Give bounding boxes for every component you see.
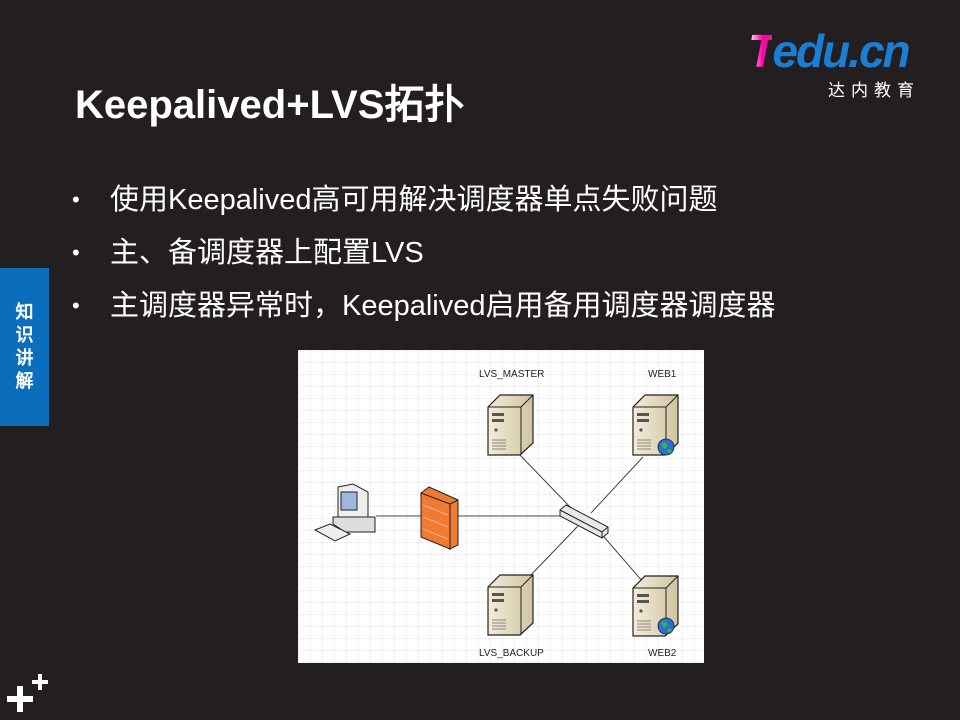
bullet-item: • 使用Keepalived高可用解决调度器单点失败问题 [72, 180, 776, 233]
bullet-item: • 主调度器异常时，Keepalived启用备用调度器调度器 [72, 286, 776, 339]
bullet-text: 主调度器异常时，Keepalived启用备用调度器调度器 [110, 290, 776, 322]
topology-diagram: LVS_MASTER WEB1 LVS_BACKUP WEB2 [298, 350, 704, 663]
plus-decoration-icon [7, 674, 48, 712]
side-char: 知 [15, 302, 34, 322]
web1-globe-icon [657, 438, 675, 456]
bullet-item: • 主、备调度器上配置LVS [72, 233, 776, 286]
side-char: 识 [15, 325, 34, 345]
label-lvs-backup: LVS_BACKUP [479, 648, 544, 659]
side-char: 解 [15, 371, 34, 391]
side-char: 讲 [15, 348, 34, 368]
label-web1: WEB1 [648, 369, 677, 380]
lvs-master-server-icon [487, 394, 534, 456]
lvs-backup-server-icon [487, 574, 534, 636]
logo-subtitle: 达内教育 [828, 81, 920, 100]
bullet-text: 使用Keepalived高可用解决调度器单点失败问题 [110, 184, 718, 216]
slide-title: Keepalived+LVS拓扑 [75, 83, 465, 127]
web2-globe-icon [657, 617, 675, 635]
label-web2: WEB2 [648, 648, 677, 659]
tedu-logo: Tedu.cn 达内教育 [748, 28, 933, 100]
bullet-text: 主、备调度器上配置LVS [110, 237, 424, 269]
logo-letter: T [748, 25, 774, 77]
label-lvs-master: LVS_MASTER [479, 369, 544, 380]
logo-text: edu.cn [772, 25, 910, 77]
bullet-list: • 使用Keepalived高可用解决调度器单点失败问题 • 主、备调度器上配置LV… [72, 180, 776, 339]
side-tab-knowledge: 知 识 讲 解 [0, 268, 49, 426]
